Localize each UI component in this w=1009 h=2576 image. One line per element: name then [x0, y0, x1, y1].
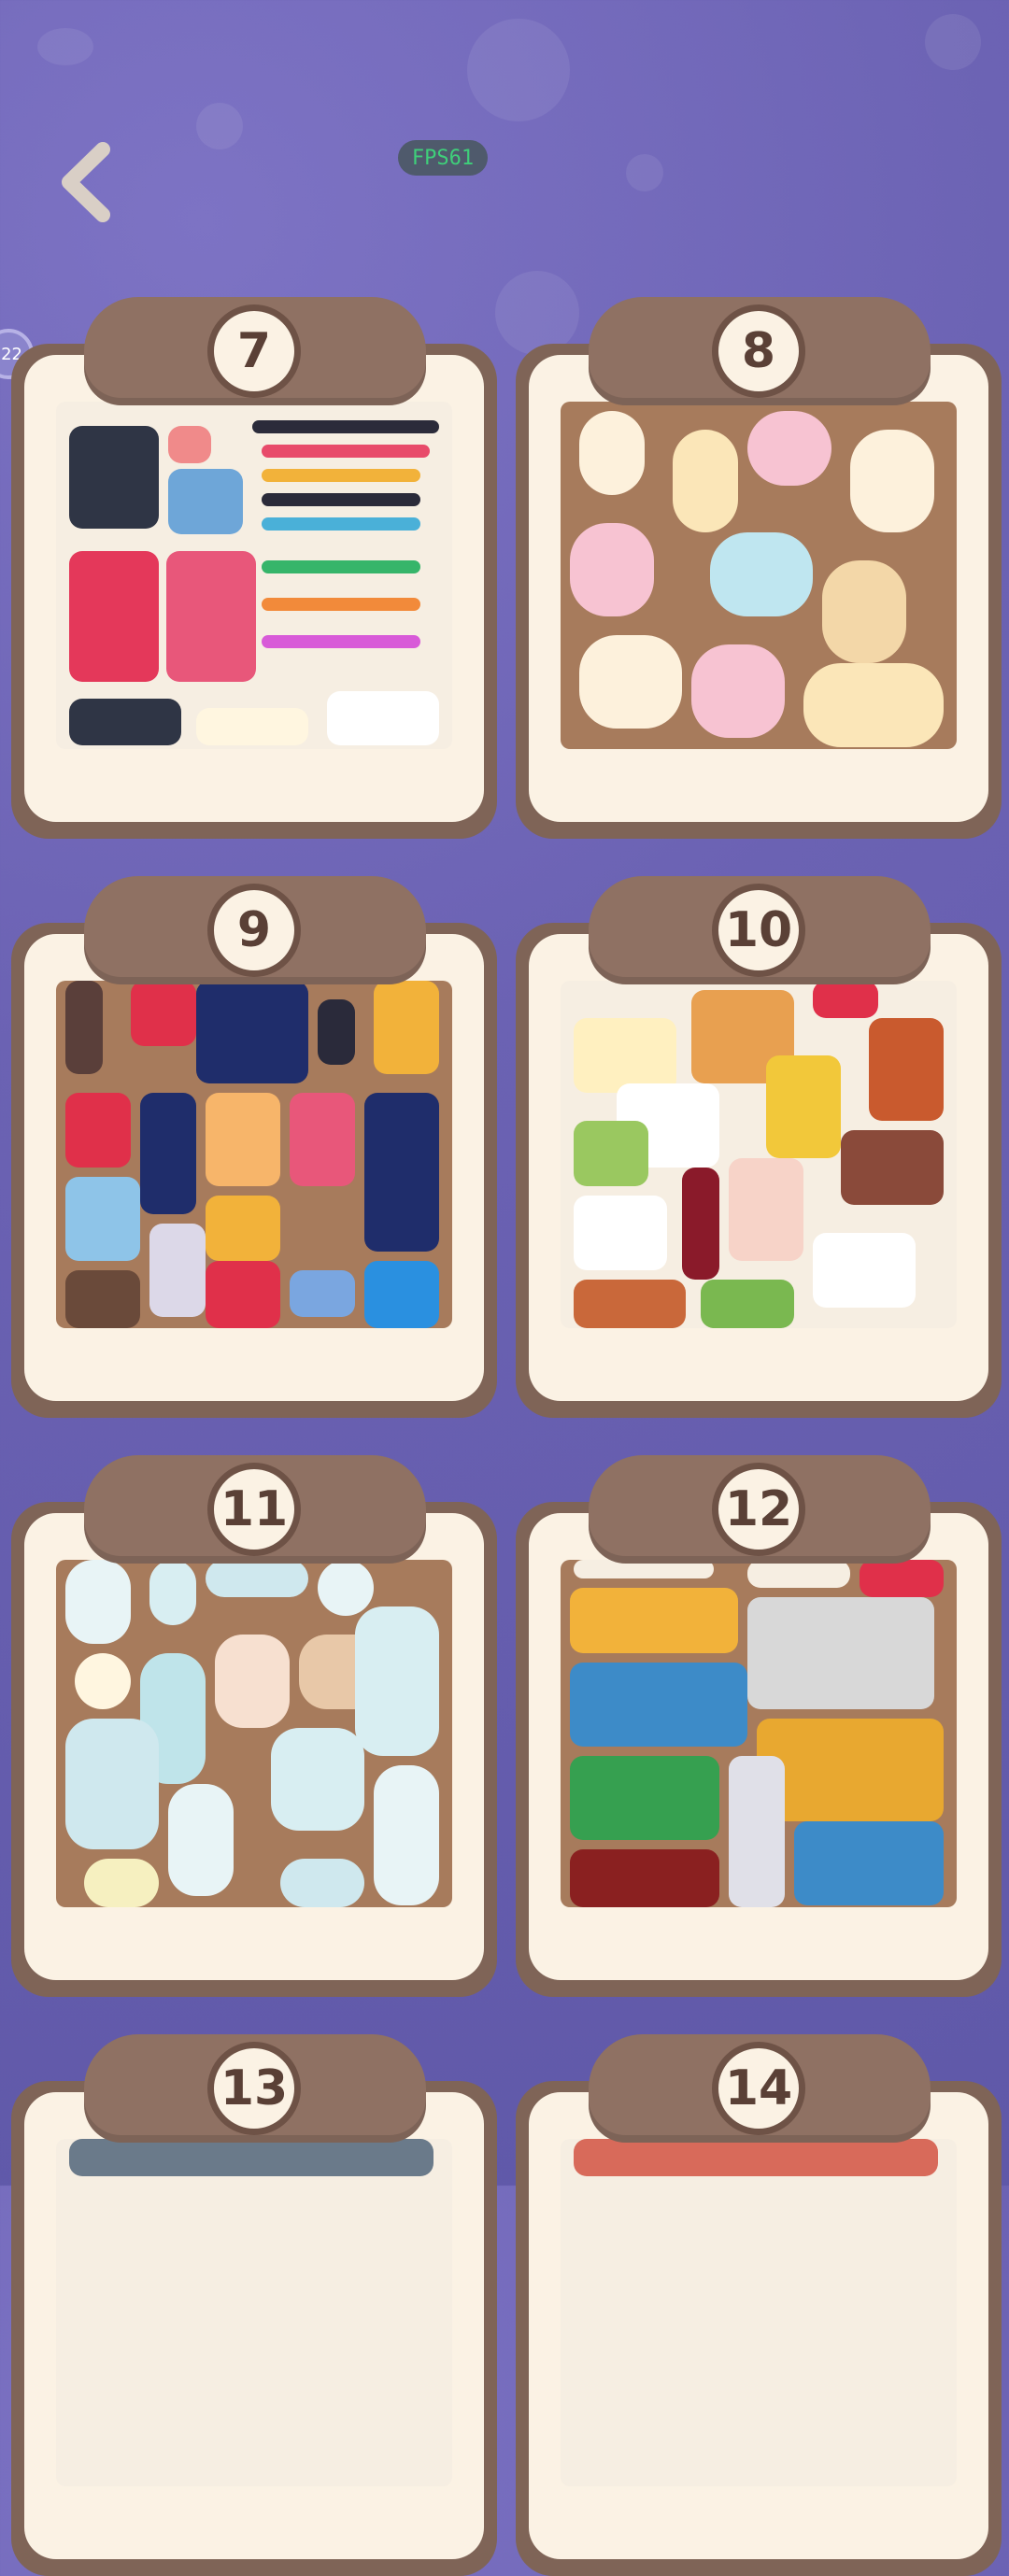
level-number-badge: 14	[712, 2042, 805, 2135]
level-card-7[interactable]: 7	[11, 297, 497, 839]
level-preview-image	[561, 981, 957, 1328]
background-bubble	[467, 19, 570, 121]
level-preview-image	[56, 2139, 452, 2486]
level-number-badge: 11	[207, 1463, 301, 1556]
level-preview-image	[561, 2139, 957, 2486]
level-card-11[interactable]: 11	[11, 1455, 497, 1997]
level-number-badge: 10	[712, 884, 805, 977]
chevron-left-icon	[62, 142, 110, 222]
level-card-10[interactable]: 10	[516, 876, 1002, 1418]
level-number-badge: 9	[207, 884, 301, 977]
background-bubble	[925, 14, 981, 70]
level-card-8[interactable]: 8	[516, 297, 1002, 839]
level-number-badge: 12	[712, 1463, 805, 1556]
level-preview-image	[561, 402, 957, 749]
background-bubble	[196, 103, 243, 149]
level-card-13[interactable]: 13	[11, 2034, 497, 2576]
level-card-9[interactable]: 9	[11, 876, 497, 1418]
level-preview-image	[56, 981, 452, 1328]
background-bubble	[37, 28, 93, 65]
fps-counter: FPS61	[398, 140, 488, 176]
background-bubble	[626, 154, 663, 191]
back-button[interactable]	[49, 140, 123, 224]
level-preview-image	[561, 1560, 957, 1907]
level-preview-image	[56, 1560, 452, 1907]
level-number-badge: 13	[207, 2042, 301, 2135]
level-card-14[interactable]: 14	[516, 2034, 1002, 2576]
level-card-12[interactable]: 12	[516, 1455, 1002, 1997]
level-number-badge: 7	[207, 304, 301, 398]
level-preview-image	[56, 402, 452, 749]
level-number-badge: 8	[712, 304, 805, 398]
